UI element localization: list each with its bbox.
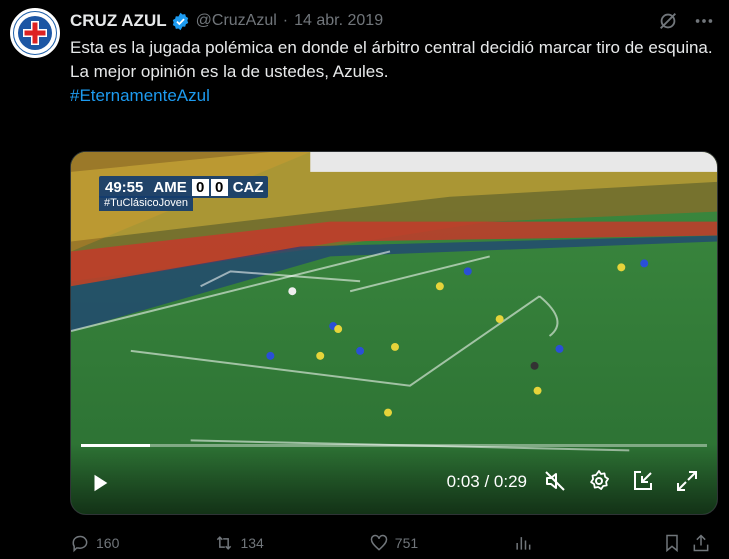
- reply-count: 160: [96, 535, 120, 551]
- hashtag-link[interactable]: #EternamenteAzul: [70, 84, 720, 108]
- away-team: CAZ: [232, 178, 264, 196]
- video-controls: 0:03 / 0:29: [71, 444, 717, 514]
- views-button[interactable]: [513, 533, 661, 553]
- bar-chart-icon: [516, 537, 531, 550]
- tweet-text-line1: Esta es la jugada polémica en donde el á…: [70, 38, 713, 57]
- tweet-actions: 160 134 751: [70, 530, 721, 556]
- repost-icon: [217, 536, 232, 550]
- share-button[interactable]: [691, 533, 721, 553]
- home-team: AME: [153, 178, 187, 196]
- bookmark-icon: [665, 534, 678, 553]
- tweet-header: CRUZ AZUL @CruzAzul · 14 abr. 2019: [70, 10, 721, 32]
- heart-icon: [370, 534, 388, 551]
- like-button[interactable]: 751: [369, 533, 513, 553]
- home-score: 0: [191, 178, 209, 196]
- author-name[interactable]: CRUZ AZUL: [70, 11, 167, 31]
- repost-button[interactable]: 134: [214, 533, 368, 553]
- expand-icon[interactable]: [675, 469, 699, 493]
- bookmark-button[interactable]: [662, 533, 692, 553]
- dock-icon[interactable]: [631, 469, 655, 493]
- grok-icon[interactable]: [657, 10, 679, 32]
- like-count: 751: [394, 535, 419, 551]
- tweet-date[interactable]: 14 abr. 2019: [294, 12, 383, 30]
- play-icon[interactable]: [89, 472, 111, 494]
- author-handle[interactable]: @CruzAzul: [196, 12, 277, 30]
- more-options-icon[interactable]: [693, 10, 715, 32]
- stadium-roof: [310, 152, 717, 172]
- progress-bar[interactable]: [81, 444, 707, 447]
- separator-dot: ·: [282, 12, 289, 29]
- muted-speaker-icon[interactable]: [543, 469, 567, 493]
- reply-icon: [72, 535, 88, 553]
- share-icon: [693, 534, 709, 552]
- gear-icon[interactable]: [587, 469, 611, 493]
- reply-button[interactable]: 160: [70, 533, 214, 553]
- avatar[interactable]: [10, 8, 60, 58]
- time-display: 0:03 / 0:29: [446, 472, 527, 491]
- tweet-text-line2: La mejor opinión es la de ustedes, Azule…: [70, 62, 389, 81]
- tweet-text: Esta es la jugada polémica en donde el á…: [70, 36, 720, 108]
- scorebug: 49:55 AME 0 0 CAZ: [99, 176, 268, 198]
- video-player[interactable]: 49:55 AME 0 0 CAZ #TuClásicoJoven 0:03 /…: [70, 151, 718, 515]
- cruz-azul-crest-icon: [14, 12, 56, 54]
- broadcast-hashtag: #TuClásicoJoven: [99, 196, 193, 211]
- progress-fill: [81, 444, 150, 447]
- match-clock: 49:55: [105, 178, 144, 196]
- repost-count: 134: [240, 535, 264, 551]
- away-score: 0: [210, 178, 228, 196]
- verified-badge-icon: [172, 12, 188, 30]
